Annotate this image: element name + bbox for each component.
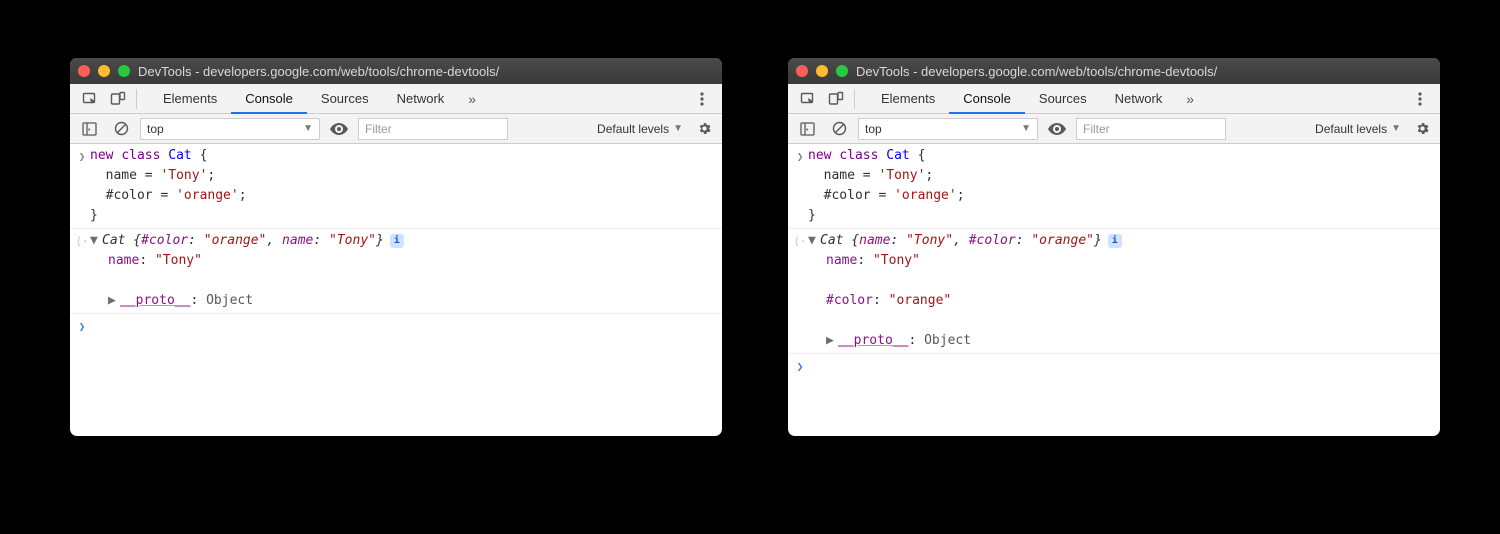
more-tabs-icon[interactable]: » <box>458 91 486 107</box>
console-input-entry: ❯ new class Cat { name = 'Tony'; #color … <box>70 144 722 228</box>
console-output: ▼Cat {name: "Tony", #color: "orange"} i n… <box>808 231 1434 351</box>
disclosure-triangle-icon[interactable]: ▶ <box>108 291 118 311</box>
proto-link[interactable]: __proto__ <box>120 293 190 308</box>
panel-tabs: Elements Console Sources Network <box>149 84 458 114</box>
console-prompt-input[interactable] <box>808 356 1434 377</box>
live-expression-icon[interactable] <box>326 117 352 141</box>
tab-elements[interactable]: Elements <box>149 84 231 114</box>
tab-network[interactable]: Network <box>1101 84 1177 114</box>
input-chevron-icon: ❯ <box>74 146 90 226</box>
proto-link[interactable]: __proto__ <box>838 333 908 348</box>
divider <box>136 89 137 109</box>
window-title: DevTools - developers.google.com/web/too… <box>138 64 499 79</box>
log-level-selector[interactable]: Default levels ▼ <box>593 118 687 140</box>
panel-tabs: Elements Console Sources Network <box>867 84 1176 114</box>
tab-console[interactable]: Console <box>949 84 1025 114</box>
info-icon[interactable]: i <box>390 234 404 248</box>
chevron-down-icon: ▼ <box>1021 123 1031 134</box>
output-chevron-icon: ⟨⋅ <box>74 231 90 311</box>
live-expression-icon[interactable] <box>1044 117 1070 141</box>
minimize-window-button[interactable] <box>98 65 110 77</box>
tab-elements[interactable]: Elements <box>867 84 949 114</box>
console-settings-icon[interactable] <box>693 121 716 136</box>
zoom-window-button[interactable] <box>836 65 848 77</box>
object-property-value: "Tony" <box>873 253 920 268</box>
window-controls <box>78 65 130 77</box>
devtools-window: DevTools - developers.google.com/web/too… <box>70 58 722 436</box>
console-toolbar: top ▼ Default levels ▼ <box>70 114 722 144</box>
object-property-name[interactable]: name <box>826 253 857 268</box>
devtools-menu-icon[interactable] <box>688 91 716 107</box>
filter-input[interactable] <box>1076 118 1226 140</box>
output-chevron-icon: ⟨⋅ <box>792 231 808 351</box>
tab-console[interactable]: Console <box>231 84 307 114</box>
chevron-down-icon: ▼ <box>673 123 683 134</box>
console-prompt-input[interactable] <box>90 316 716 337</box>
window-controls <box>796 65 848 77</box>
info-icon[interactable]: i <box>1108 234 1122 248</box>
device-mode-icon[interactable] <box>104 85 132 113</box>
show-console-sidebar-icon[interactable] <box>76 117 102 141</box>
input-chevron-icon: ❯ <box>792 146 808 226</box>
titlebar[interactable]: DevTools - developers.google.com/web/too… <box>788 58 1440 84</box>
object-property-name[interactable]: #color <box>826 293 873 308</box>
tab-bar: Elements Console Sources Network » <box>70 84 722 114</box>
console-body: ❯ new class Cat { name = 'Tony'; #color … <box>788 144 1440 385</box>
execution-context-selector[interactable]: top ▼ <box>140 118 320 140</box>
log-level-selector[interactable]: Default levels ▼ <box>1311 118 1405 140</box>
console-output: ▼Cat {#color: "orange", name: "Tony"} i n… <box>90 231 716 311</box>
clear-console-icon[interactable] <box>826 117 852 141</box>
object-property-value: "Tony" <box>155 253 202 268</box>
object-header[interactable]: Cat {name: "Tony", #color: "orange"} <box>820 233 1102 248</box>
devtools-menu-icon[interactable] <box>1406 91 1434 107</box>
object-property-name[interactable]: name <box>108 253 139 268</box>
divider <box>854 89 855 109</box>
tab-bar: Elements Console Sources Network » <box>788 84 1440 114</box>
chevron-down-icon: ▼ <box>303 123 313 134</box>
more-tabs-icon[interactable]: » <box>1176 91 1204 107</box>
proto-value: Object <box>924 333 971 348</box>
minimize-window-button[interactable] <box>816 65 828 77</box>
inspect-element-icon[interactable] <box>794 85 822 113</box>
device-mode-icon[interactable] <box>822 85 850 113</box>
console-toolbar: top ▼ Default levels ▼ <box>788 114 1440 144</box>
close-window-button[interactable] <box>78 65 90 77</box>
console-settings-icon[interactable] <box>1411 121 1434 136</box>
execution-context-label: top <box>865 122 882 136</box>
filter-input[interactable] <box>358 118 508 140</box>
clear-console-icon[interactable] <box>108 117 134 141</box>
execution-context-selector[interactable]: top ▼ <box>858 118 1038 140</box>
tab-sources[interactable]: Sources <box>1025 84 1101 114</box>
titlebar[interactable]: DevTools - developers.google.com/web/too… <box>70 58 722 84</box>
disclosure-triangle-icon[interactable]: ▼ <box>808 231 818 251</box>
object-header[interactable]: Cat {#color: "orange", name: "Tony"} <box>102 233 384 248</box>
console-input-code: new class Cat { name = 'Tony'; #color = … <box>808 146 1434 226</box>
object-property-value: "orange" <box>889 293 952 308</box>
console-prompt[interactable]: ❯ <box>70 313 722 339</box>
log-level-label: Default levels <box>1315 122 1387 136</box>
inspect-element-icon[interactable] <box>76 85 104 113</box>
close-window-button[interactable] <box>796 65 808 77</box>
window-title: DevTools - developers.google.com/web/too… <box>856 64 1217 79</box>
disclosure-triangle-icon[interactable]: ▼ <box>90 231 100 251</box>
proto-value: Object <box>206 293 253 308</box>
console-input-code: new class Cat { name = 'Tony'; #color = … <box>90 146 716 226</box>
console-input-entry: ❯ new class Cat { name = 'Tony'; #color … <box>788 144 1440 228</box>
console-prompt[interactable]: ❯ <box>788 353 1440 379</box>
prompt-chevron-icon: ❯ <box>74 316 90 337</box>
zoom-window-button[interactable] <box>118 65 130 77</box>
console-output-entry: ⟨⋅ ▼Cat {name: "Tony", #color: "orange"}… <box>788 228 1440 353</box>
prompt-chevron-icon: ❯ <box>792 356 808 377</box>
execution-context-label: top <box>147 122 164 136</box>
console-output-entry: ⟨⋅ ▼Cat {#color: "orange", name: "Tony"}… <box>70 228 722 313</box>
console-body: ❯ new class Cat { name = 'Tony'; #color … <box>70 144 722 345</box>
tab-sources[interactable]: Sources <box>307 84 383 114</box>
show-console-sidebar-icon[interactable] <box>794 117 820 141</box>
log-level-label: Default levels <box>597 122 669 136</box>
chevron-down-icon: ▼ <box>1391 123 1401 134</box>
tab-network[interactable]: Network <box>383 84 459 114</box>
devtools-window: DevTools - developers.google.com/web/too… <box>788 58 1440 436</box>
disclosure-triangle-icon[interactable]: ▶ <box>826 331 836 351</box>
